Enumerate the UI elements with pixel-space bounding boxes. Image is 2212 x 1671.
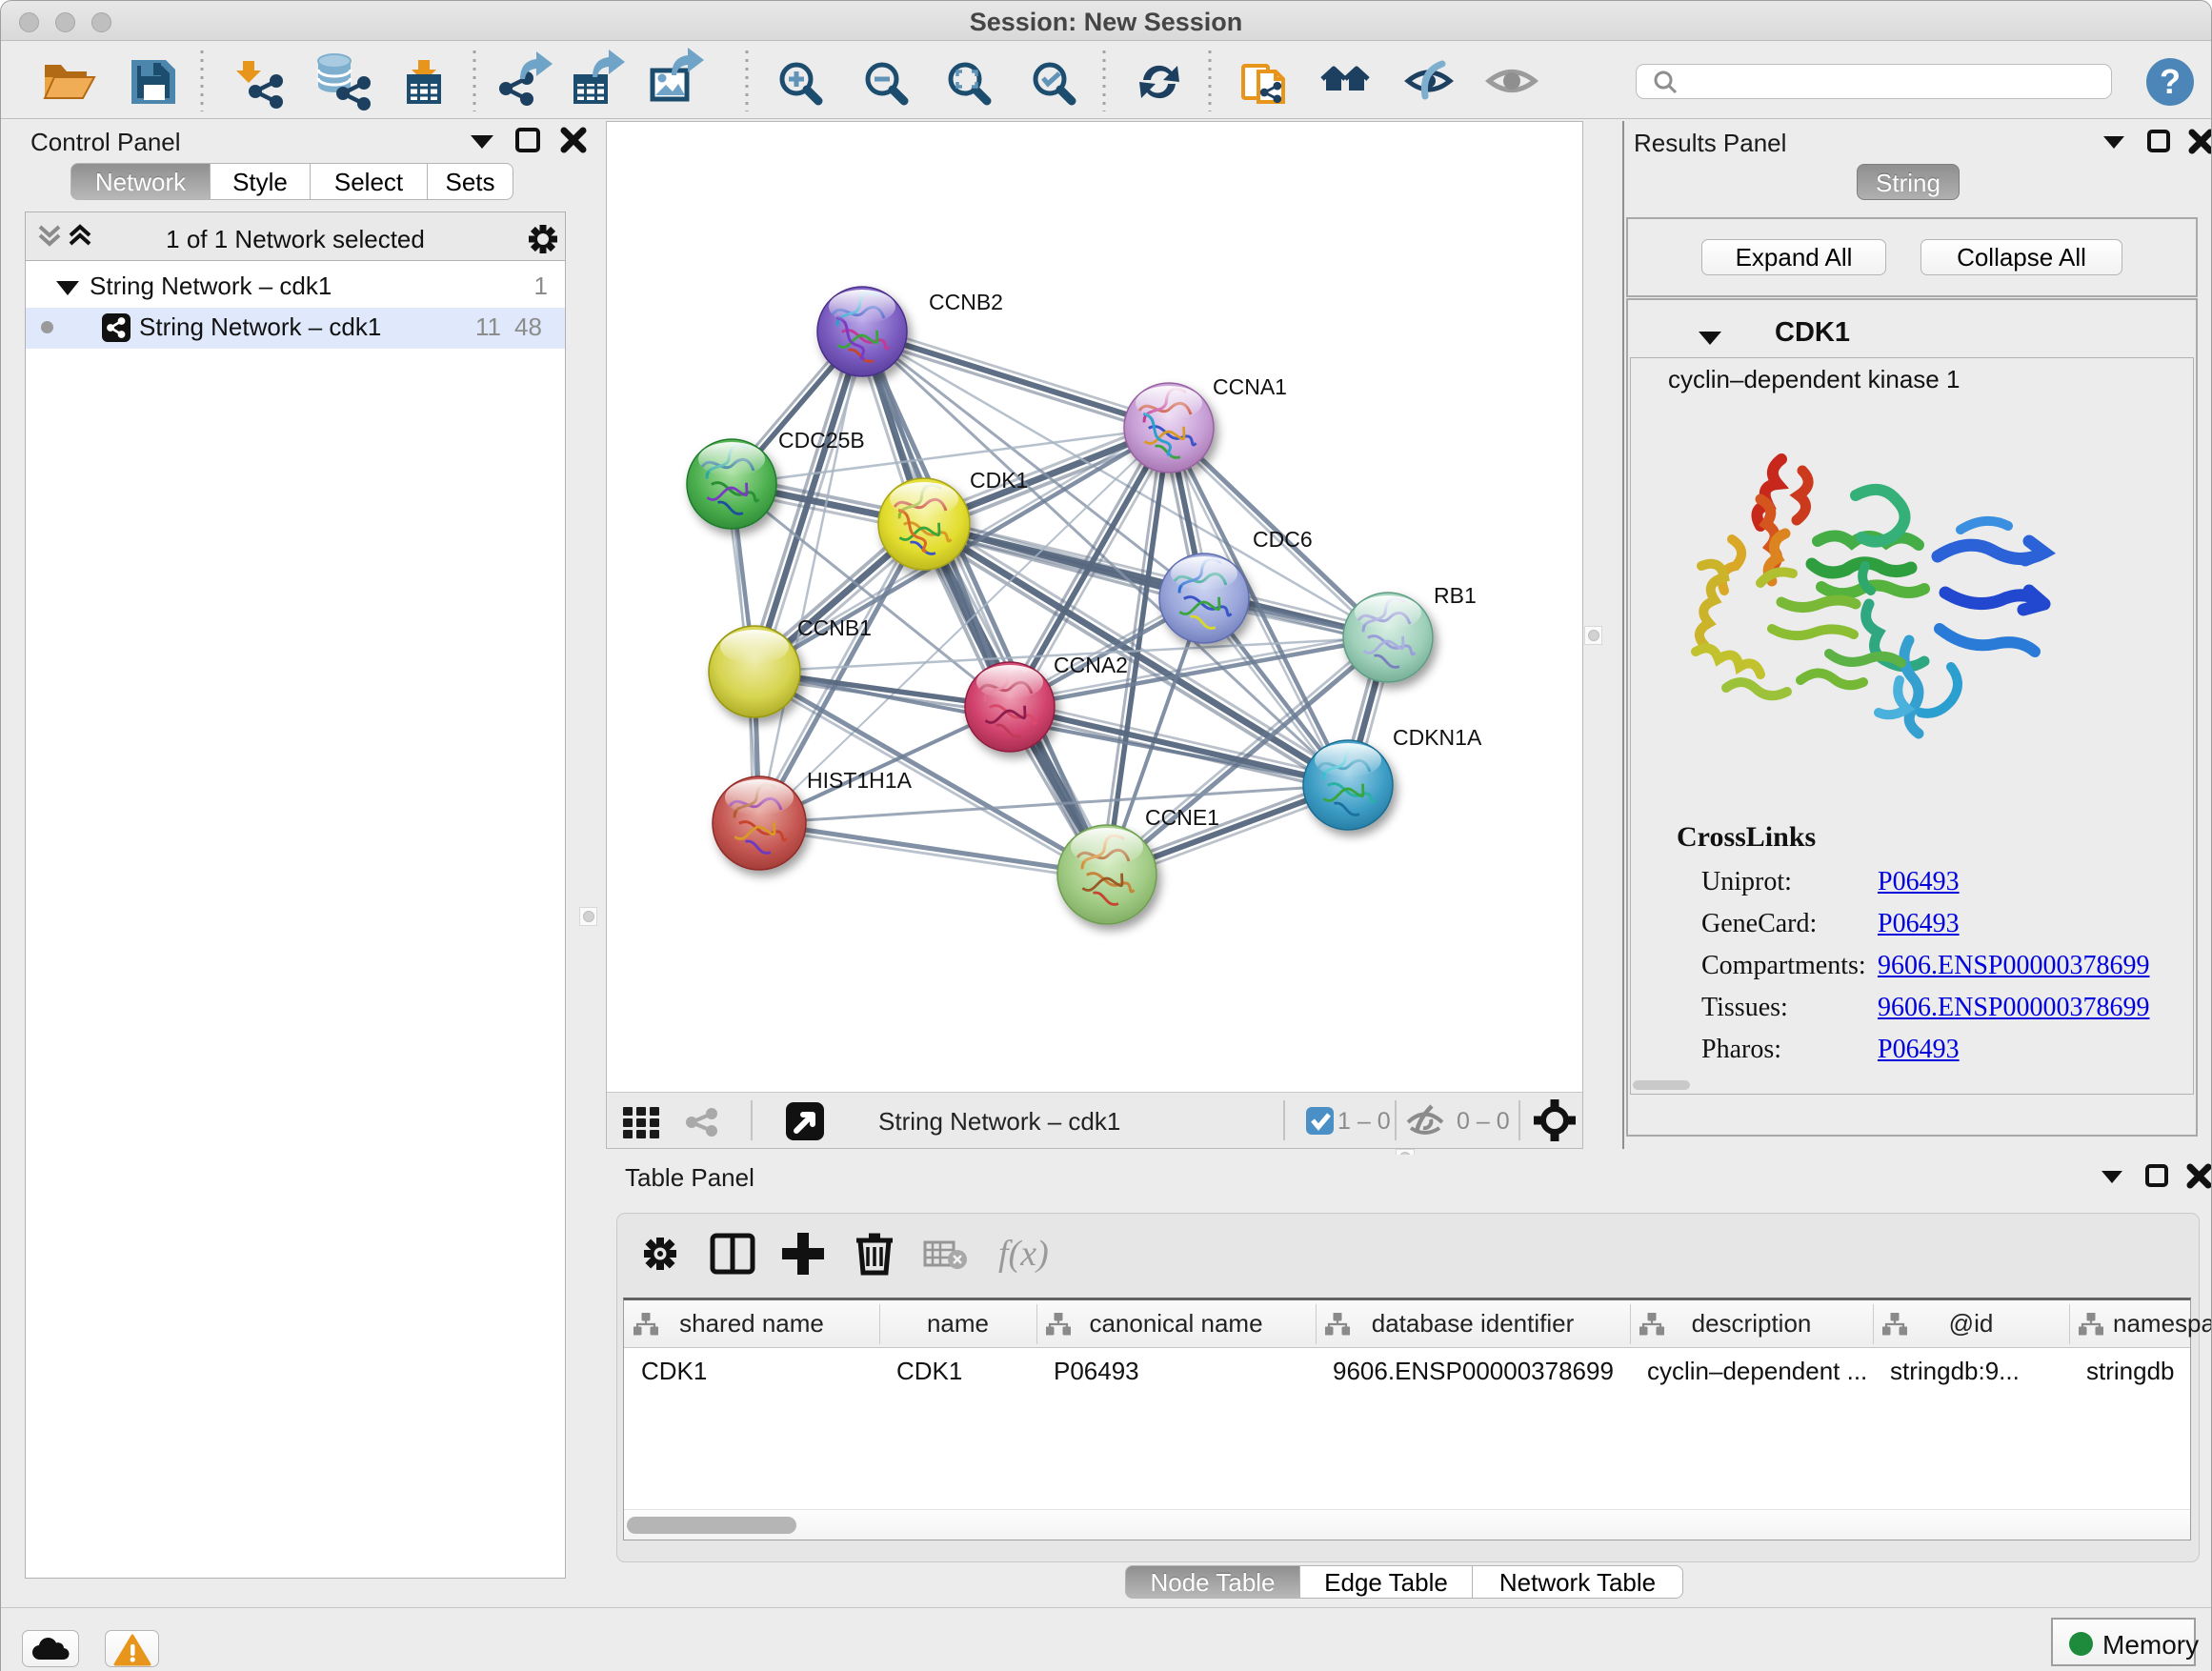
svg-text:CDKN1A: CDKN1A [1393,725,1482,750]
svg-text:CDC6: CDC6 [1253,527,1313,552]
svg-text:CCNB1: CCNB1 [797,615,872,640]
svg-text:CDK1: CDK1 [970,468,1028,493]
svg-text:CDC25B: CDC25B [778,428,865,453]
svg-text:CCNA1: CCNA1 [1213,374,1287,399]
svg-text:CCNB2: CCNB2 [929,290,1003,314]
svg-text:0 – 0: 0 – 0 [1457,1108,1510,1135]
svg-text:RB1: RB1 [1434,583,1477,608]
svg-text:?: ? [2160,62,2181,101]
svg-text:CCNE1: CCNE1 [1145,805,1219,830]
svg-text:f(x): f(x) [998,1234,1049,1274]
svg-text:String Network – cdk1: String Network – cdk1 [878,1107,1120,1136]
svg-text:HIST1H1A: HIST1H1A [807,768,913,793]
svg-text:1 – 0: 1 – 0 [1337,1108,1391,1135]
svg-text:CCNA2: CCNA2 [1054,653,1128,677]
